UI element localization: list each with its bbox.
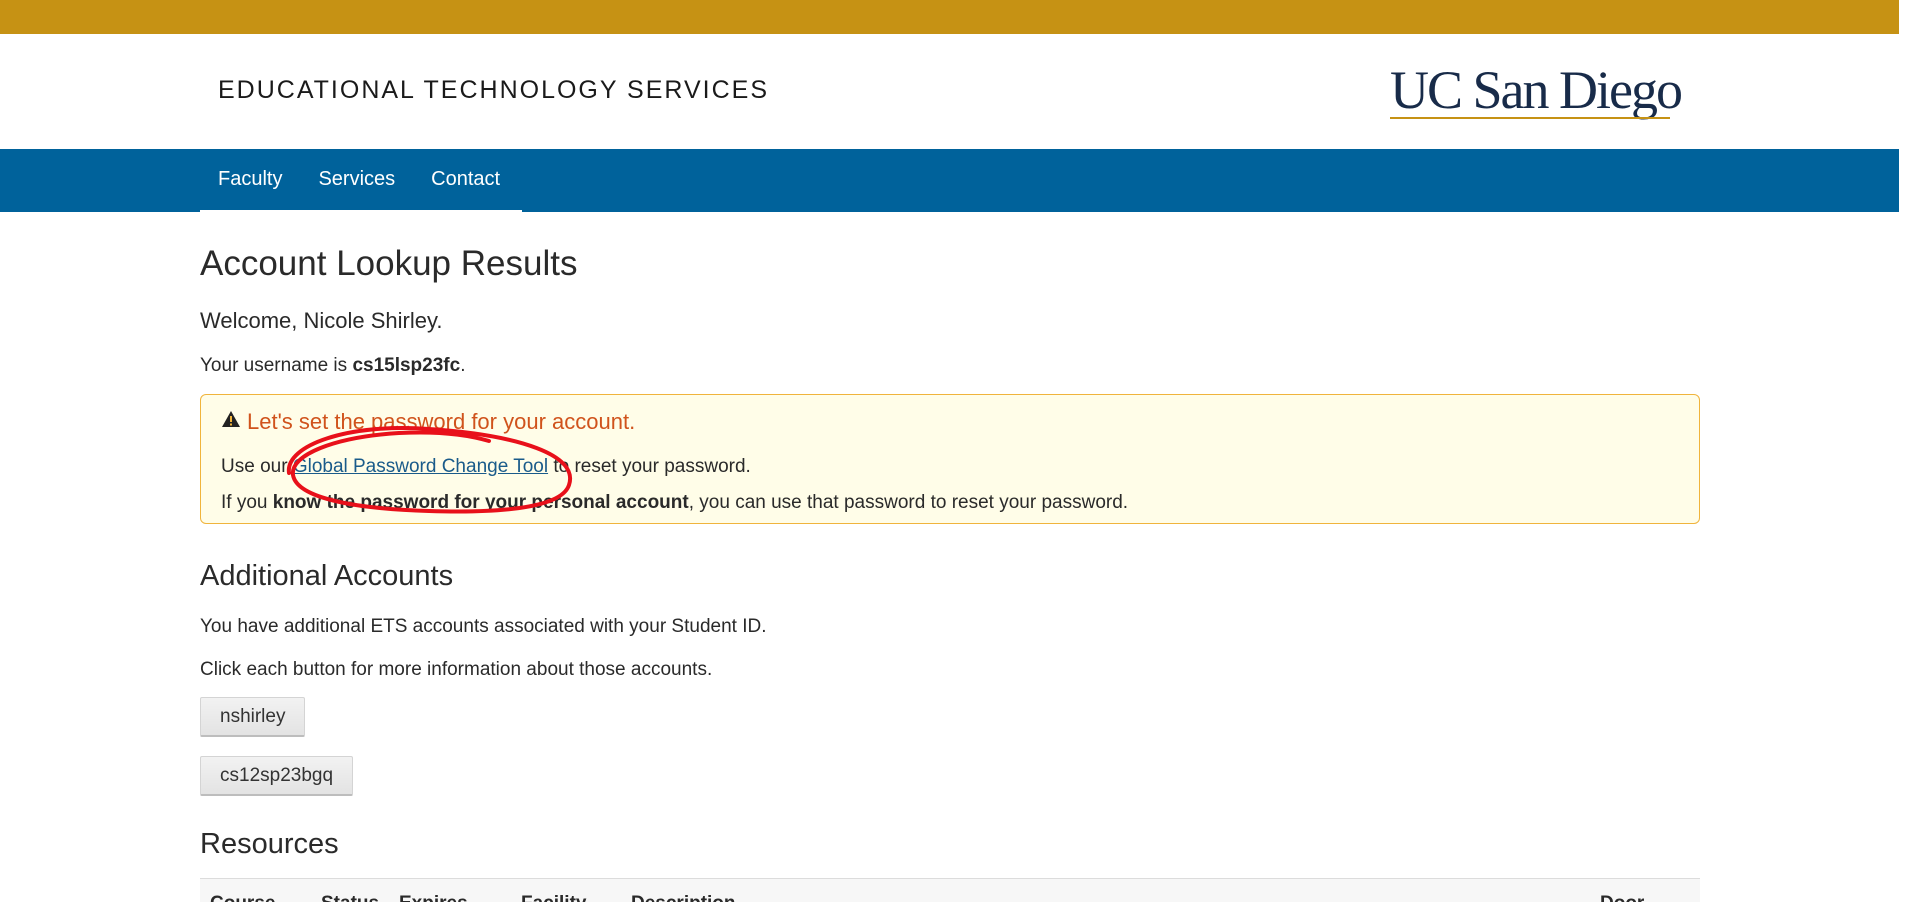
site-header: EDUCATIONAL TECHNOLOGY SERVICES UC San D… bbox=[0, 34, 1899, 149]
nav-item-faculty[interactable]: Faculty bbox=[200, 148, 300, 211]
uc-san-diego-logo[interactable]: UC San Diego bbox=[1390, 62, 1682, 124]
alert-title: Let's set the password for your account. bbox=[221, 409, 635, 435]
additional-accounts-instructions: Click each button for more information a… bbox=[200, 659, 713, 680]
logo-text: UC San Diego bbox=[1390, 62, 1681, 120]
global-password-change-tool-link[interactable]: Global Password Change Tool bbox=[293, 456, 548, 477]
col-expires[interactable]: Expires bbox=[399, 893, 468, 902]
username-suffix: . bbox=[460, 355, 466, 376]
page: EDUCATIONAL TECHNOLOGY SERVICES UC San D… bbox=[0, 0, 1920, 902]
alert-title-text: Let's set the password for your account. bbox=[247, 409, 636, 434]
alert-line1-prefix: Use our bbox=[221, 456, 293, 477]
col-facility[interactable]: Facility bbox=[521, 893, 586, 902]
alert-line2-bold: know the password for your personal acco… bbox=[272, 492, 689, 513]
col-description[interactable]: Description bbox=[631, 893, 736, 902]
additional-accounts-heading: Additional Accounts bbox=[200, 560, 454, 592]
password-alert: Let's set the password for your account.… bbox=[200, 394, 1700, 524]
account-button-cs12sp23bgq[interactable]: cs12sp23bgq bbox=[200, 756, 354, 796]
welcome-message: Welcome, Nicole Shirley. bbox=[200, 308, 443, 333]
alert-line2-suffix: , you can use that password to reset you… bbox=[688, 492, 1129, 513]
right-gutter bbox=[1899, 0, 1920, 902]
nav-item-services[interactable]: Services bbox=[300, 148, 413, 211]
main-navbar: Faculty Services Contact bbox=[0, 149, 1899, 212]
page-title: Account Lookup Results bbox=[200, 244, 578, 283]
warning-icon bbox=[222, 411, 240, 427]
alert-line-tool: Use our Global Password Change Tool to r… bbox=[221, 456, 751, 478]
nav-menu: Faculty Services Contact bbox=[200, 149, 522, 212]
alert-line1-suffix: to reset your password. bbox=[548, 456, 751, 477]
resources-table-header: Course Status Expires Facility Descripti… bbox=[200, 878, 1700, 902]
col-door[interactable]: Door bbox=[1600, 893, 1644, 902]
top-gold-bar bbox=[0, 0, 1899, 34]
username-value: cs15lsp23fc bbox=[352, 355, 461, 376]
additional-accounts-text: You have additional ETS accounts associa… bbox=[200, 616, 767, 637]
site-title[interactable]: EDUCATIONAL TECHNOLOGY SERVICES bbox=[218, 76, 769, 105]
account-button-nshirley[interactable]: nshirley bbox=[200, 697, 306, 737]
username-prefix: Your username is bbox=[200, 355, 353, 376]
nav-item-contact[interactable]: Contact bbox=[413, 148, 518, 211]
alert-line2-prefix: If you bbox=[221, 492, 273, 513]
col-course[interactable]: Course bbox=[210, 893, 275, 902]
username-line: Your username is cs15lsp23fc. bbox=[200, 355, 465, 377]
alert-line-personal: If you know the password for your person… bbox=[221, 492, 1128, 514]
col-status[interactable]: Status bbox=[321, 893, 379, 902]
resources-heading: Resources bbox=[200, 828, 339, 860]
